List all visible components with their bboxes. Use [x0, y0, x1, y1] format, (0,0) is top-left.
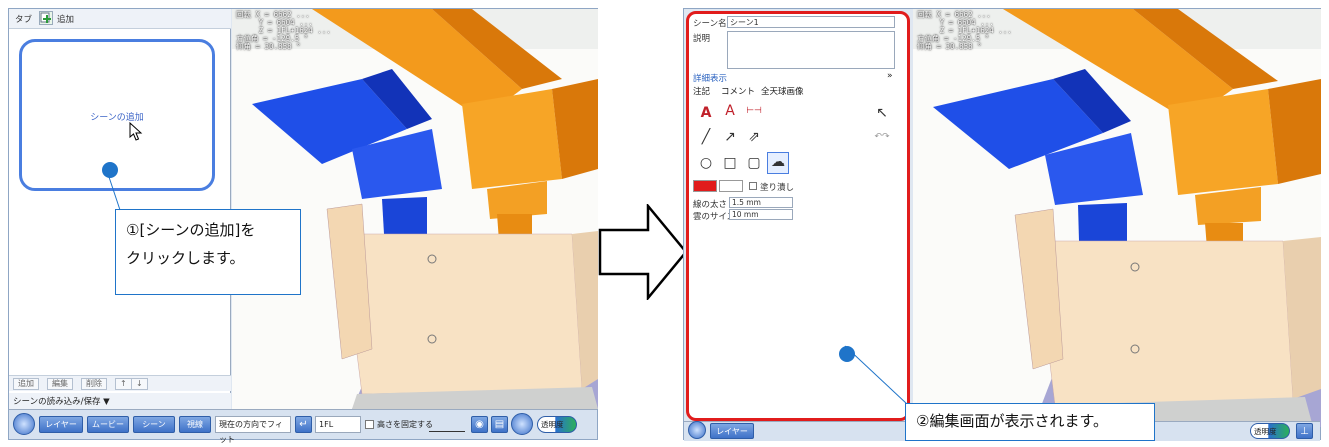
- callout2-leader-line: [844, 345, 908, 405]
- scene-button[interactable]: シーン: [133, 416, 175, 433]
- scene-name-input[interactable]: シーン1: [727, 16, 895, 28]
- edit-button[interactable]: 編集: [47, 378, 73, 390]
- arrow-tool-icon[interactable]: ↗: [721, 128, 739, 146]
- fill-color-swatch[interactable]: [719, 180, 743, 192]
- cloud-size-select[interactable]: 10 mm: [729, 209, 793, 220]
- callout1-leader-line: [104, 164, 121, 211]
- text-tool-icon[interactable]: A: [697, 104, 715, 122]
- delete-button[interactable]: 削除: [81, 378, 107, 390]
- 3d-viewport-right[interactable]: 回転 X = 6662 ... Y = 6604 ... Z = 1FL+162…: [913, 9, 1321, 427]
- add-tab-label[interactable]: 追加: [57, 13, 74, 25]
- floor-select[interactable]: 1FL: [315, 416, 361, 433]
- enter-icon[interactable]: ↵: [295, 416, 312, 433]
- duct-scene-render-right: [913, 9, 1321, 427]
- line-color-swatch[interactable]: [693, 180, 717, 192]
- undo-redo-icon[interactable]: ↶↷: [873, 128, 891, 146]
- move-down-button[interactable]: ↓: [131, 378, 148, 390]
- right-arrow-icon: [598, 204, 688, 300]
- scene-list-buttons: 追加 編集 削除 ↑ ↓: [9, 375, 231, 391]
- height-slider[interactable]: [429, 418, 465, 432]
- callout1-line1: ①[シーンの追加]を: [126, 221, 256, 239]
- move-up-button[interactable]: ↑: [115, 378, 132, 390]
- right-app-window: シーン名 シーン1 説明 詳細表示 » 注記 コメント 全天球画像 A A ⊢⊣…: [683, 8, 1321, 441]
- transparency-toggle-right[interactable]: 透明度: [1250, 423, 1290, 439]
- rounded-rect-tool-icon[interactable]: ▢: [745, 154, 763, 172]
- settings-gear-icon[interactable]: [13, 413, 35, 435]
- fill-label: 塗り潰し: [760, 183, 795, 193]
- callout-box-1: ①[シーンの追加]を クリックします。: [115, 209, 301, 295]
- scene-name-label: シーン名: [693, 19, 727, 29]
- cloud-tool-icon[interactable]: ☁: [767, 152, 789, 174]
- block-arrow-tool-icon[interactable]: ⇗: [745, 128, 763, 146]
- fit-select[interactable]: 現在の方向でフィット: [215, 416, 291, 444]
- layer-button[interactable]: レイヤー: [39, 416, 83, 433]
- camera-coordinates-right: 回転 X = 6662 ... Y = 6604 ... Z = 1FL+162…: [917, 10, 1012, 51]
- ellipse-tool-icon[interactable]: ○: [697, 154, 715, 172]
- rectangle-tool-icon[interactable]: □: [721, 154, 739, 172]
- screenshot-icon[interactable]: ◉: [471, 416, 488, 433]
- callout1-line2: クリックします。: [126, 249, 245, 267]
- line-tool-icon[interactable]: ╱: [697, 128, 715, 146]
- settings-gear-icon-right[interactable]: [688, 421, 706, 439]
- transparency-toggle[interactable]: 透明度: [537, 416, 577, 433]
- add-scene-label[interactable]: シーンの追加: [22, 110, 212, 123]
- description-textarea[interactable]: [727, 31, 895, 69]
- line-width-label: 線の太さ: [693, 200, 728, 210]
- mouse-cursor-icon: [129, 122, 143, 141]
- camera-coordinates: 回転 X = 6662 ... Y = 6604 ... Z = 1FL+162…: [236, 10, 331, 51]
- tab-panorama[interactable]: 全天球画像: [761, 85, 804, 97]
- fill-checkbox[interactable]: [749, 182, 757, 190]
- callout-box-2: ②編集画面が表示されます。: [905, 403, 1155, 441]
- add-scene-icon[interactable]: [39, 11, 53, 25]
- view-button[interactable]: 視線: [179, 416, 211, 433]
- main-toolbar: レイヤー ムービー シーン 視線 現在の方向でフィット ↵ 1FL 高さを固定す…: [9, 409, 597, 444]
- scene-panel-tabbar: タブ 追加: [9, 9, 231, 29]
- options-gear-icon[interactable]: [511, 413, 533, 435]
- fix-height-label: 高さを固定する: [377, 420, 433, 429]
- tab-annotation[interactable]: 注記: [693, 85, 710, 97]
- load-save-dropdown[interactable]: シーンの読み込み/保存 ▼: [9, 393, 231, 409]
- line-width-select[interactable]: 1.5 mm: [729, 197, 793, 208]
- add-button[interactable]: 追加: [13, 378, 39, 390]
- description-label: 説明: [693, 34, 711, 44]
- dimension-tool-icon[interactable]: ⊢⊣: [745, 102, 763, 120]
- movie-button[interactable]: ムービー: [87, 416, 129, 433]
- left-app-window: タブ 追加 シーンの追加 追加 編集 削除 ↑ ↓ シーンの読み込み/保存 ▼: [8, 8, 598, 444]
- leader-text-tool-icon[interactable]: A: [721, 102, 739, 120]
- tab-label: タブ: [15, 15, 33, 25]
- select-pointer-icon[interactable]: ↖: [873, 104, 891, 122]
- pin-icon[interactable]: ⊥: [1296, 423, 1313, 439]
- fix-height-checkbox[interactable]: [365, 420, 374, 429]
- layer-button-right[interactable]: レイヤー: [710, 423, 754, 439]
- details-toggle[interactable]: 詳細表示: [693, 72, 727, 84]
- collapse-chevron-icon[interactable]: »: [887, 71, 893, 81]
- print-icon[interactable]: ▤: [491, 416, 508, 433]
- tab-comment[interactable]: コメント: [721, 85, 755, 97]
